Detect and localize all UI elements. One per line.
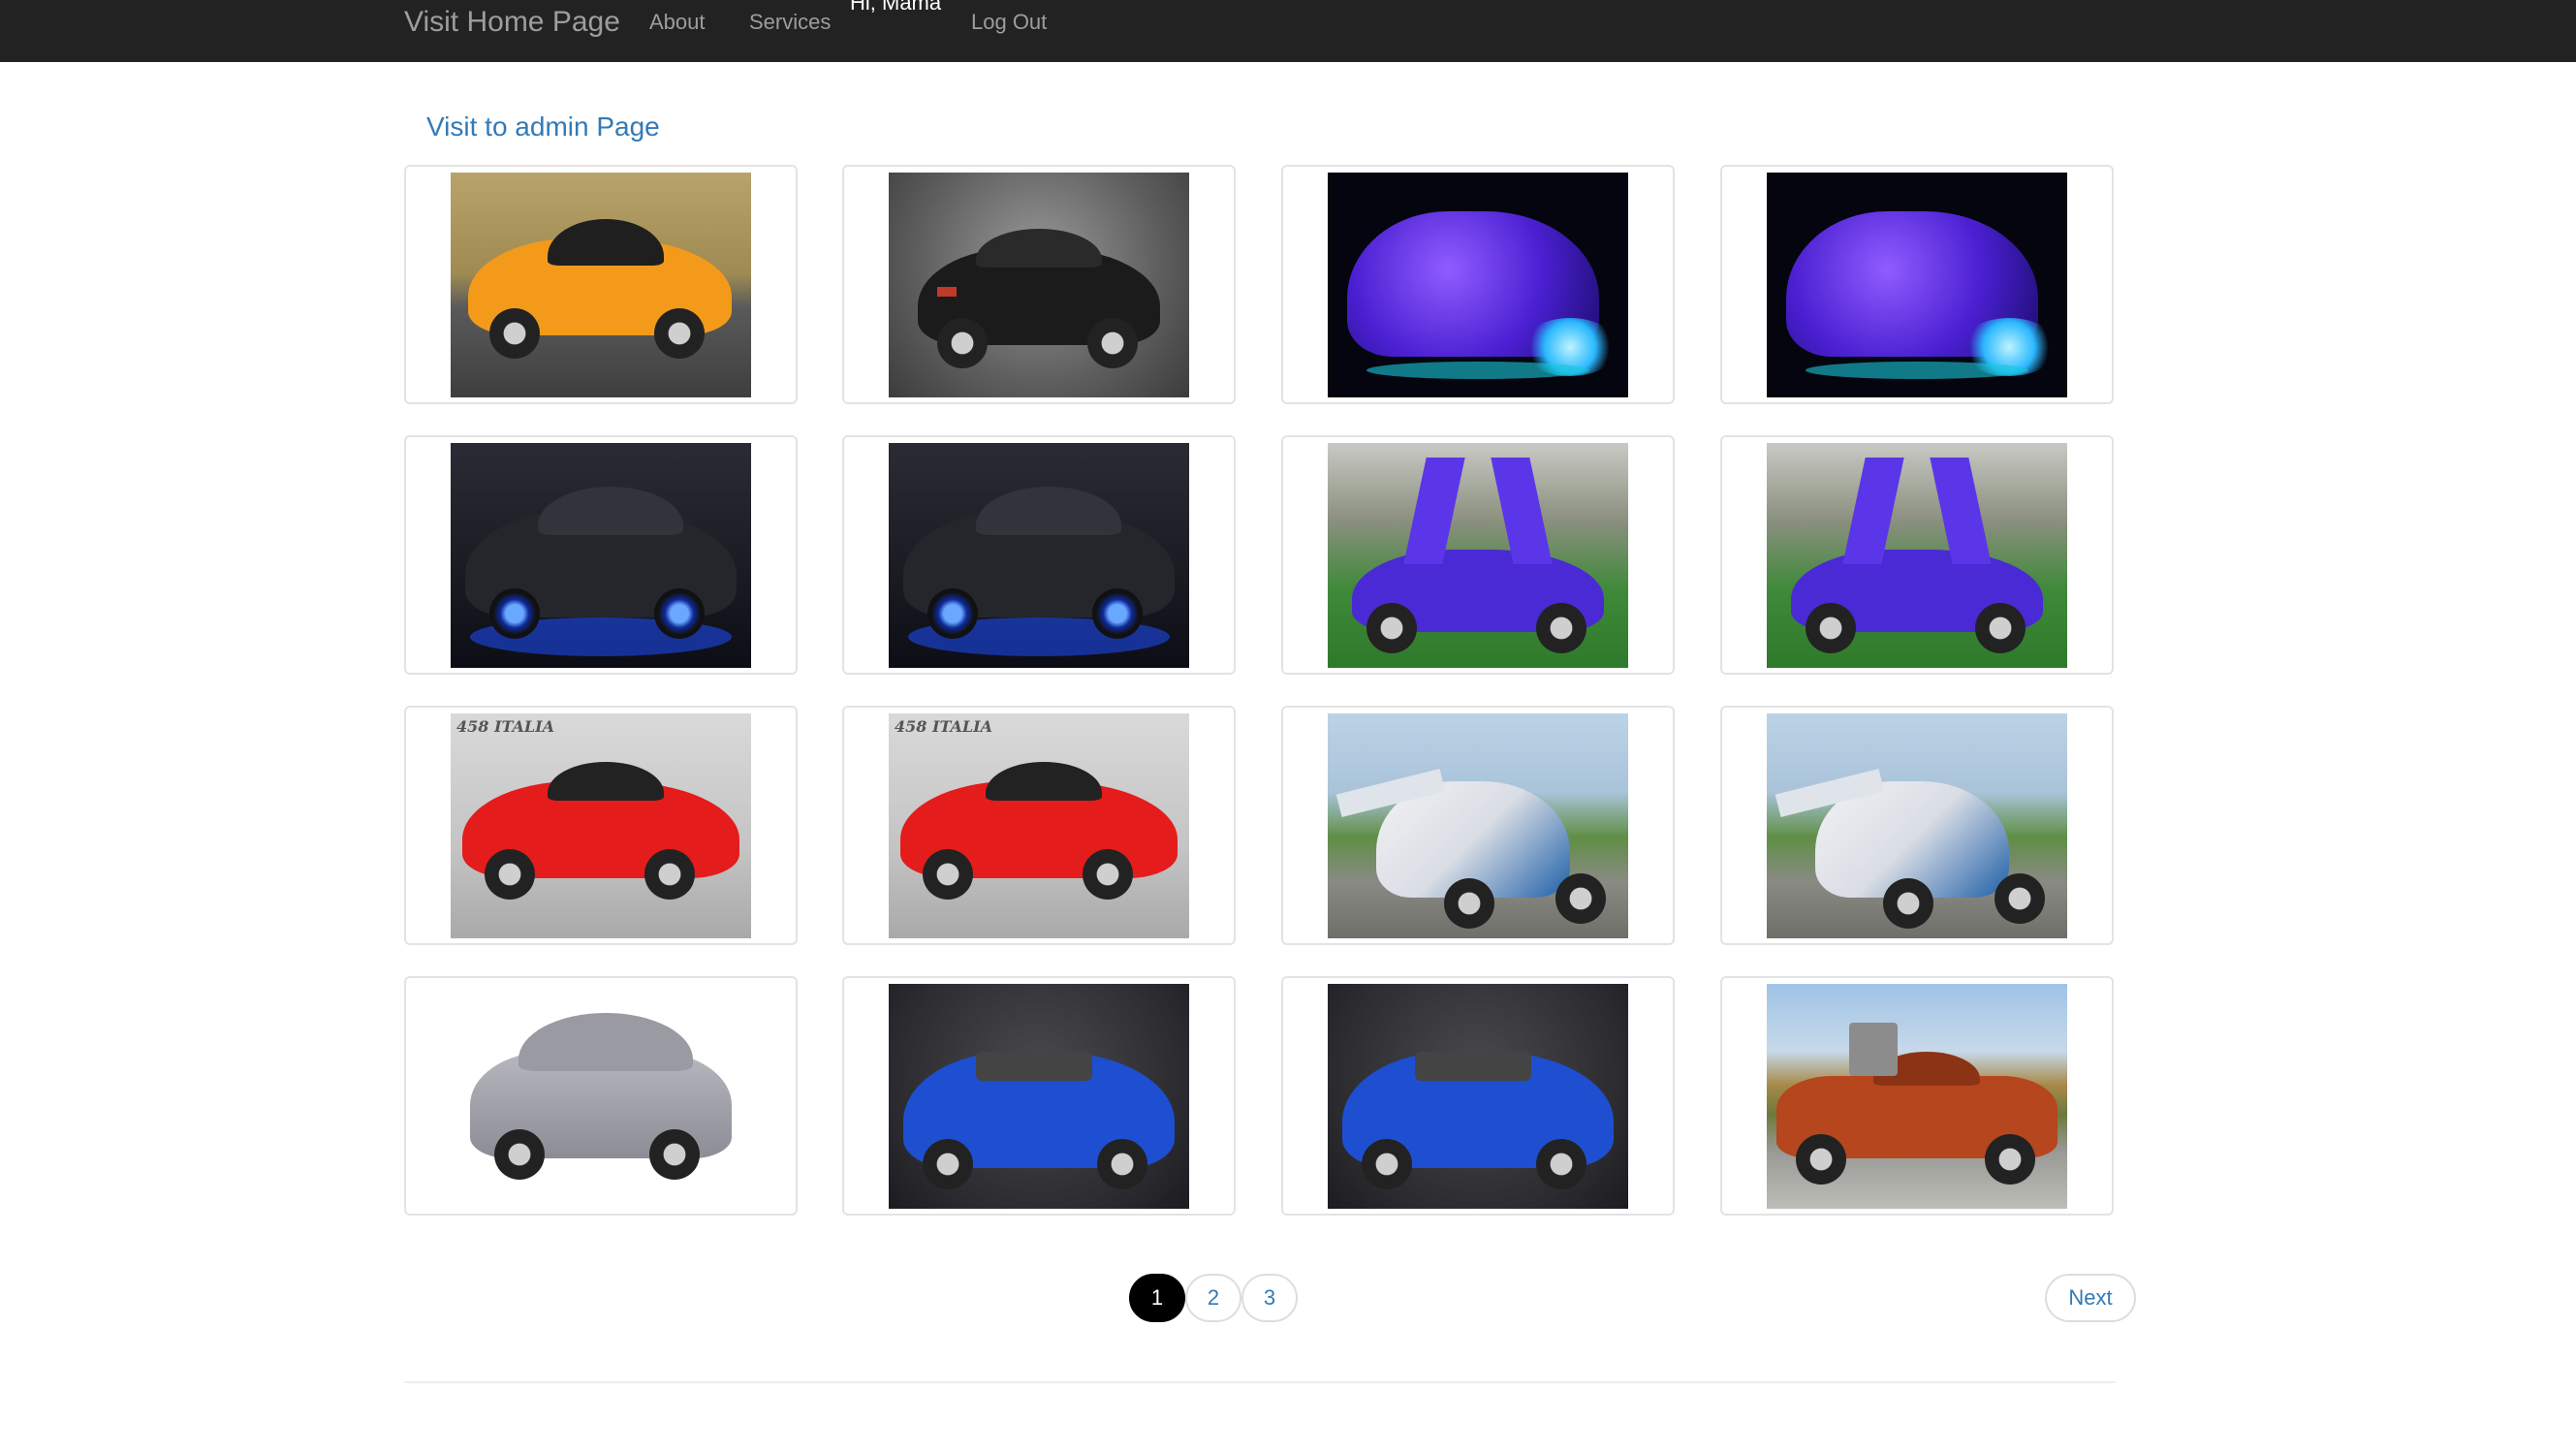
- logout-link[interactable]: Log Out: [971, 10, 1047, 35]
- gallery-card[interactable]: 458 ITALIA: [404, 706, 798, 945]
- flying-car-image[interactable]: [1767, 713, 2067, 938]
- silver-suv-image[interactable]: [451, 984, 751, 1209]
- seats-icon: [976, 1052, 1092, 1081]
- admin-page-link[interactable]: Visit to admin Page: [426, 111, 660, 142]
- model-caption: 458 ITALIA: [895, 717, 993, 736]
- blue-convertible-image[interactable]: [1328, 984, 1628, 1209]
- gallery-card[interactable]: [1281, 435, 1675, 675]
- red-ferrari-458-image[interactable]: 458 ITALIA: [451, 713, 751, 938]
- gallery-card[interactable]: [1281, 976, 1675, 1216]
- footer-divider: [404, 1381, 2116, 1383]
- red-ferrari-458-image[interactable]: 458 ITALIA: [889, 713, 1189, 938]
- car-gallery: 458 ITALIA 458 ITALIA: [404, 165, 2116, 1216]
- blue-convertible-image[interactable]: [889, 984, 1189, 1209]
- gallery-card[interactable]: [1720, 165, 2114, 404]
- gallery-card[interactable]: [404, 435, 798, 675]
- gallery-card[interactable]: [1720, 706, 2114, 945]
- purple-supercar-doors-open-image[interactable]: [1767, 443, 2067, 668]
- flying-car-image[interactable]: [1328, 713, 1628, 938]
- gallery-card[interactable]: [404, 165, 798, 404]
- seats-icon: [1415, 1052, 1531, 1081]
- page-2-button[interactable]: 2: [1185, 1274, 1241, 1322]
- gallery-card[interactable]: [842, 435, 1236, 675]
- nav-services-link[interactable]: Services: [749, 10, 831, 35]
- page-1-button[interactable]: 1: [1129, 1274, 1185, 1322]
- gallery-card[interactable]: [842, 976, 1236, 1216]
- nav-about-link[interactable]: About: [649, 10, 706, 35]
- tail-light-icon: [937, 287, 957, 297]
- next-page-button[interactable]: Next: [2045, 1274, 2136, 1322]
- gallery-card[interactable]: [1720, 435, 2114, 675]
- door-left-icon: [1403, 458, 1465, 564]
- page-3-button[interactable]: 3: [1241, 1274, 1298, 1322]
- user-greeting: Hi, Mama: [850, 0, 942, 15]
- black-camaro-image[interactable]: [889, 173, 1189, 397]
- door-left-icon: [1842, 458, 1904, 564]
- gallery-card[interactable]: [842, 165, 1236, 404]
- model-caption: 458 ITALIA: [456, 717, 555, 736]
- orange-muscle-car-image[interactable]: [1767, 984, 2067, 1209]
- gallery-card[interactable]: [1720, 976, 2114, 1216]
- orange-sports-car-image[interactable]: [451, 173, 751, 397]
- purple-neon-car-image[interactable]: [1328, 173, 1628, 397]
- brand-home-link[interactable]: Visit Home Page: [404, 6, 620, 39]
- purple-supercar-doors-open-image[interactable]: [1328, 443, 1628, 668]
- gallery-card[interactable]: [1281, 706, 1675, 945]
- purple-neon-car-image[interactable]: [1767, 173, 2067, 397]
- gallery-card[interactable]: 458 ITALIA: [842, 706, 1236, 945]
- gallery-card[interactable]: [1281, 165, 1675, 404]
- black-mustang-blue-lights-image[interactable]: [889, 443, 1189, 668]
- engine-blower-icon: [1849, 1023, 1898, 1076]
- top-navbar: Visit Home Page About Services Hi, Mama …: [0, 0, 2576, 62]
- door-right-icon: [1491, 458, 1553, 564]
- door-right-icon: [1930, 458, 1992, 564]
- black-mustang-blue-lights-image[interactable]: [451, 443, 751, 668]
- gallery-card[interactable]: [404, 976, 798, 1216]
